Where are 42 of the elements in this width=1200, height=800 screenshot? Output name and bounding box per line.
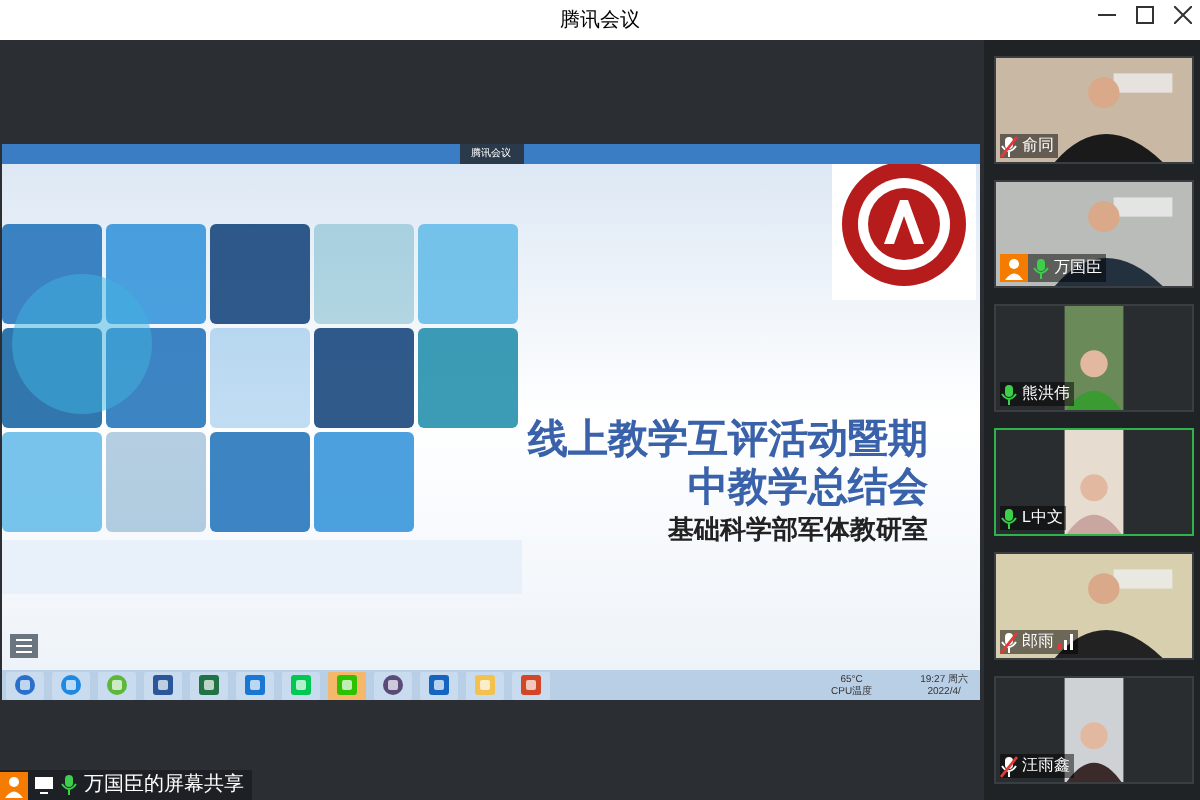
taskbar-item[interactable] xyxy=(512,671,550,699)
app-icon[interactable] xyxy=(520,674,542,696)
taskbar-item[interactable] xyxy=(236,671,274,699)
slide-title: 中教学总结会 xyxy=(688,464,928,512)
participant-name: 汪雨鑫 xyxy=(1022,754,1070,778)
taskbar-item[interactable] xyxy=(52,671,90,699)
participant-name: 万国臣 xyxy=(1054,256,1102,280)
close-icon[interactable] xyxy=(1174,6,1192,24)
taskbar-item[interactable] xyxy=(420,671,458,699)
app-icon[interactable] xyxy=(428,674,450,696)
video-tile[interactable]: 万国臣 xyxy=(994,180,1194,288)
person-icon xyxy=(0,771,28,799)
app-icon[interactable] xyxy=(244,674,266,696)
video-tile[interactable]: 熊洪伟 xyxy=(994,304,1194,412)
video-tile[interactable]: L中文 xyxy=(994,428,1194,536)
list-icon[interactable] xyxy=(10,634,38,658)
taskbar-item[interactable] xyxy=(374,671,412,699)
slide-subtitle: 基础科学部军体教研室 xyxy=(668,512,928,546)
participant-name: 熊洪伟 xyxy=(1022,382,1070,406)
app-icon[interactable] xyxy=(198,674,220,696)
person-icon xyxy=(1000,254,1028,282)
taskbar-item[interactable] xyxy=(190,671,228,699)
participant-name: L中文 xyxy=(1022,506,1063,530)
signal-icon xyxy=(1058,634,1074,650)
mic-icon xyxy=(60,774,78,796)
participant-name: 郎雨 xyxy=(1022,630,1054,654)
sharer-label: 万国臣的屏幕共享 xyxy=(84,771,244,800)
participant-name: 俞同 xyxy=(1022,134,1054,158)
window-title: 腾讯会议 xyxy=(560,7,640,35)
slide-title: 线上教学互评活动暨期 xyxy=(528,416,928,464)
app-icon[interactable] xyxy=(60,674,82,696)
app-icon[interactable] xyxy=(152,674,174,696)
video-tile[interactable]: 俞同 xyxy=(994,56,1194,164)
taskbar-item[interactable] xyxy=(6,671,44,699)
taskbar-item[interactable] xyxy=(144,671,182,699)
video-tile[interactable]: 郎雨 xyxy=(994,552,1194,660)
start-icon[interactable] xyxy=(14,674,36,696)
maximize-icon[interactable] xyxy=(1136,6,1154,24)
logo-icon xyxy=(832,164,976,300)
video-tile[interactable]: 汪雨鑫 xyxy=(994,676,1194,784)
app-icon[interactable] xyxy=(382,674,404,696)
screen-share-icon xyxy=(34,776,54,794)
